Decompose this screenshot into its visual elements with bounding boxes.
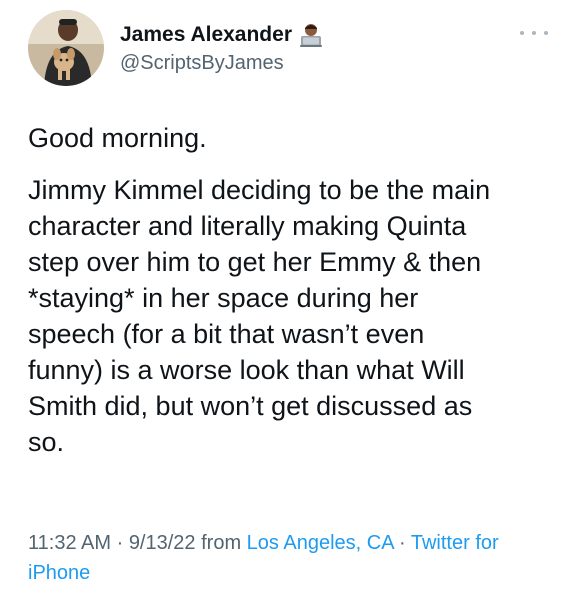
tweet-text: Good morning. Jimmy Kimmel deciding to b… [28,120,548,460]
author-handle[interactable]: @ScriptsByJames [120,52,284,75]
location-link[interactable]: Los Angeles, CA [247,532,394,554]
tweet-date[interactable]: 9/13/22 [129,532,196,554]
from-label: from [195,532,247,554]
meta-separator: · [111,532,129,554]
author-avatar[interactable] [28,10,104,86]
tweet-metadata: 11:32 AM · 9/13/22 from Los Angeles, CA … [28,528,548,588]
avatar-photo-icon [28,10,104,86]
author-name[interactable]: James Alexander [120,23,292,47]
tweet-time[interactable]: 11:32 AM [28,532,111,554]
meta-separator: · [393,532,411,554]
tweet-text-body: Jimmy Kimmel deciding to be the main cha… [28,175,491,457]
more-options-icon[interactable] [520,24,548,42]
author-name-row[interactable]: James Alexander [120,22,324,48]
tweet-text-line-1: Good morning. [28,123,207,153]
tweet-card: James Alexander @ScriptsByJames Good mor… [0,0,572,600]
technologist-laptop-icon [298,22,324,48]
